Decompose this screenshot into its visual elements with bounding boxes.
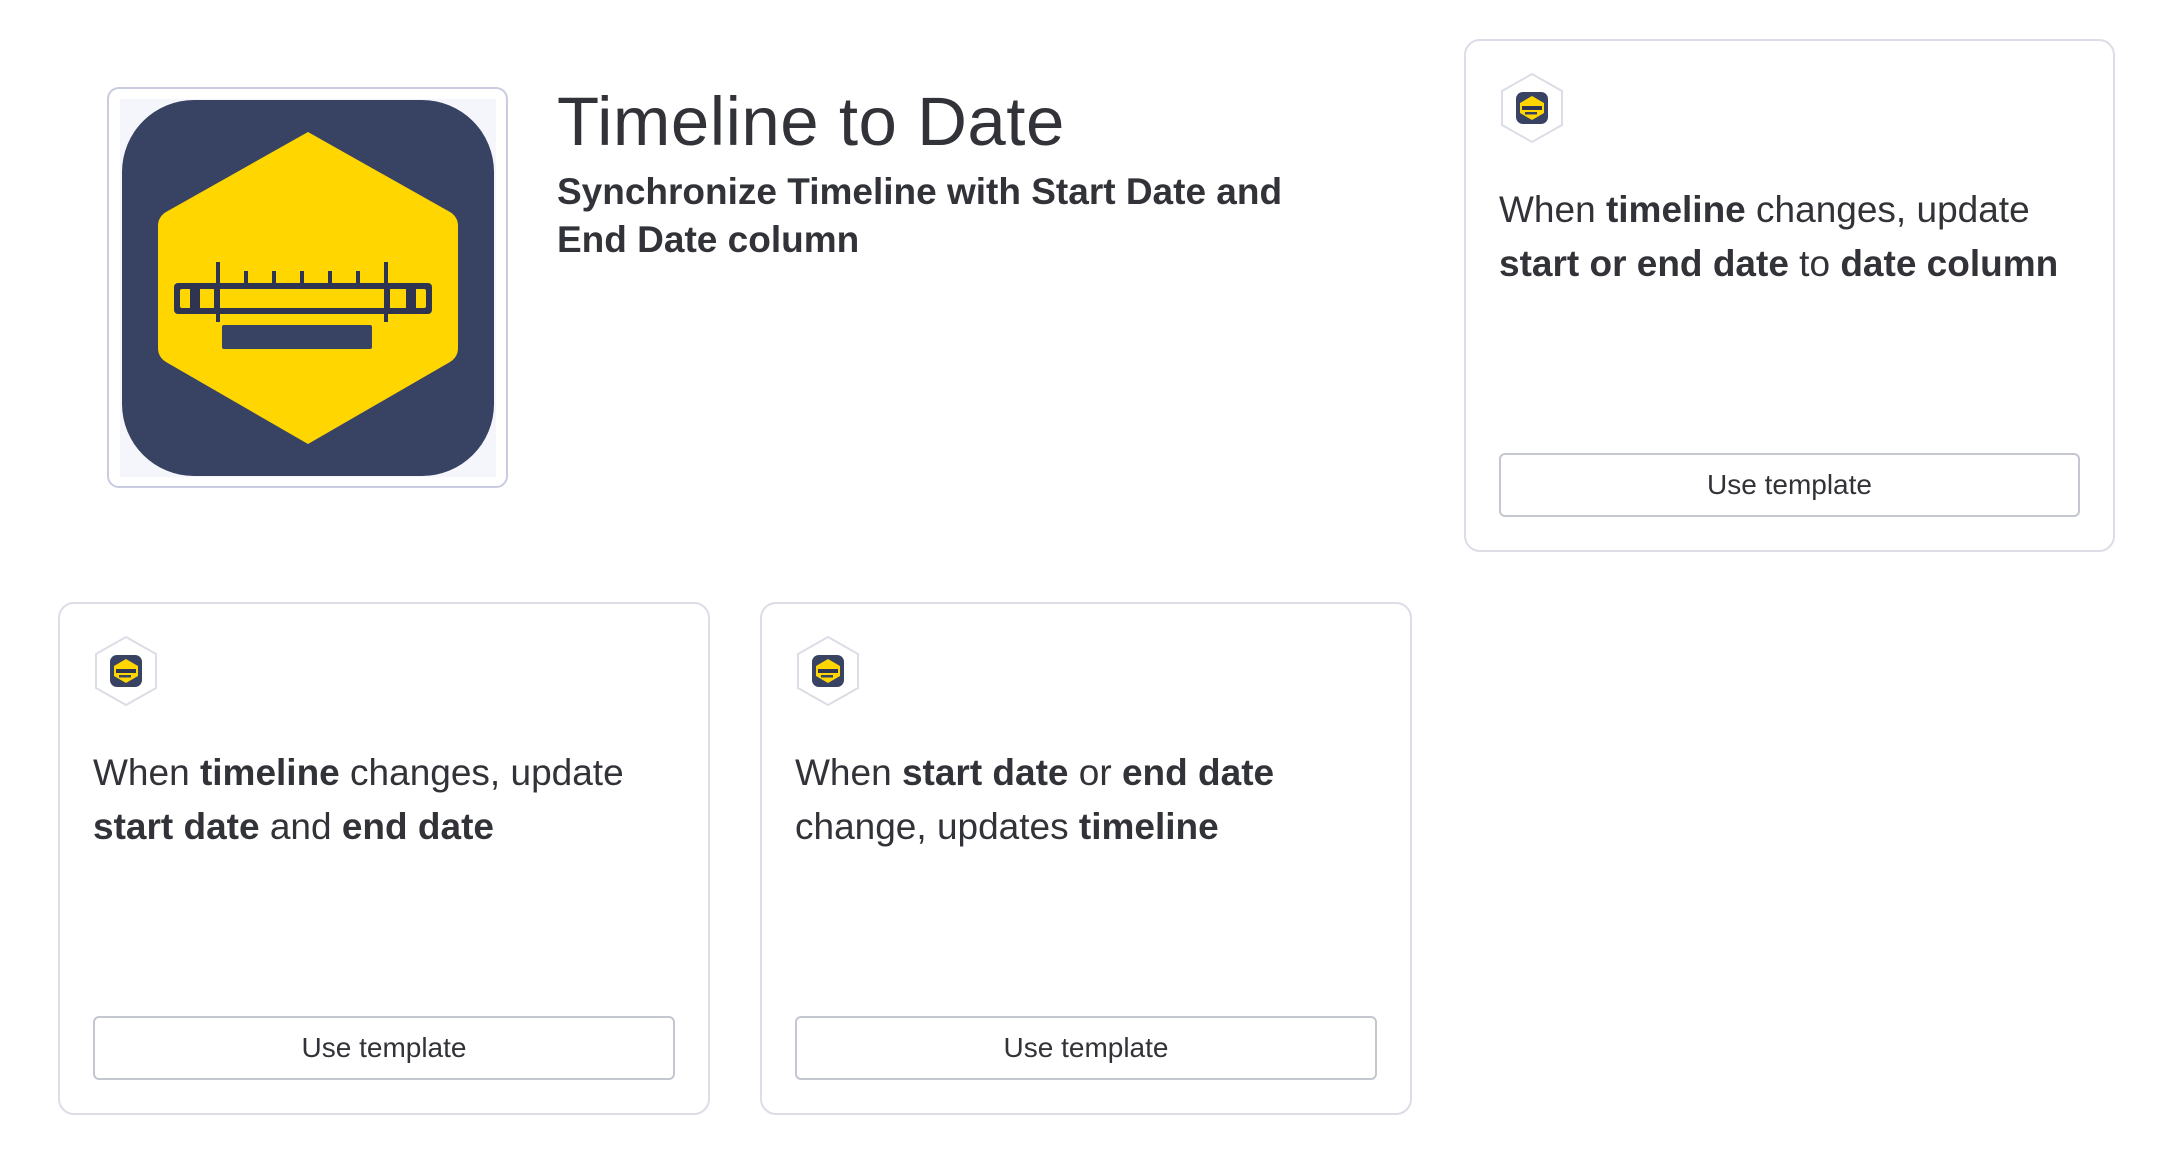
template-description: When start date or end date change, upda… [795,746,1382,854]
app-icon [1499,72,1565,144]
template-card: When start date or end date change, upda… [760,602,1412,1115]
app-subtitle: Synchronize Timeline with Start Date and… [557,171,1283,260]
template-text: changes, update [339,752,624,793]
app-icon [93,635,159,707]
use-template-button[interactable]: Use template [795,1016,1377,1080]
template-card: When timeline changes, update start date… [58,602,710,1115]
template-text: to [1788,243,1841,284]
template-keyword: end date [341,806,494,847]
template-keyword: timeline [1078,806,1219,847]
template-keyword: start or end date [1499,243,1789,284]
template-keyword: start date [93,806,260,847]
timeline-ruler-hexagon-icon [797,635,859,707]
app-logo-frame [107,87,508,488]
template-text: When [1499,189,1606,230]
template-keyword: start date [901,752,1069,793]
timeline-ruler-hexagon-icon [95,635,157,707]
template-description: When timeline changes, update start or e… [1499,183,2085,291]
template-keyword: timeline [199,752,340,793]
template-text: When [93,752,200,793]
template-keyword: date column [1840,243,2059,284]
template-text: and [259,806,342,847]
app-logo [119,98,496,477]
template-card: When timeline changes, update start or e… [1464,39,2115,552]
template-keyword: timeline [1605,189,1746,230]
template-keyword: end date [1121,752,1275,793]
template-text: When [795,752,902,793]
app-title: Timeline to Date [557,83,1065,160]
template-description: When timeline changes, update start date… [93,746,680,854]
template-text: changes, update [1745,189,2030,230]
use-template-button[interactable]: Use template [1499,453,2080,517]
template-text: or [1068,752,1122,793]
template-text: change, updates [795,806,1079,847]
timeline-ruler-hexagon-icon [121,99,494,476]
timeline-ruler-hexagon-icon [1501,72,1563,144]
use-template-button[interactable]: Use template [93,1016,675,1080]
app-icon [795,635,861,707]
